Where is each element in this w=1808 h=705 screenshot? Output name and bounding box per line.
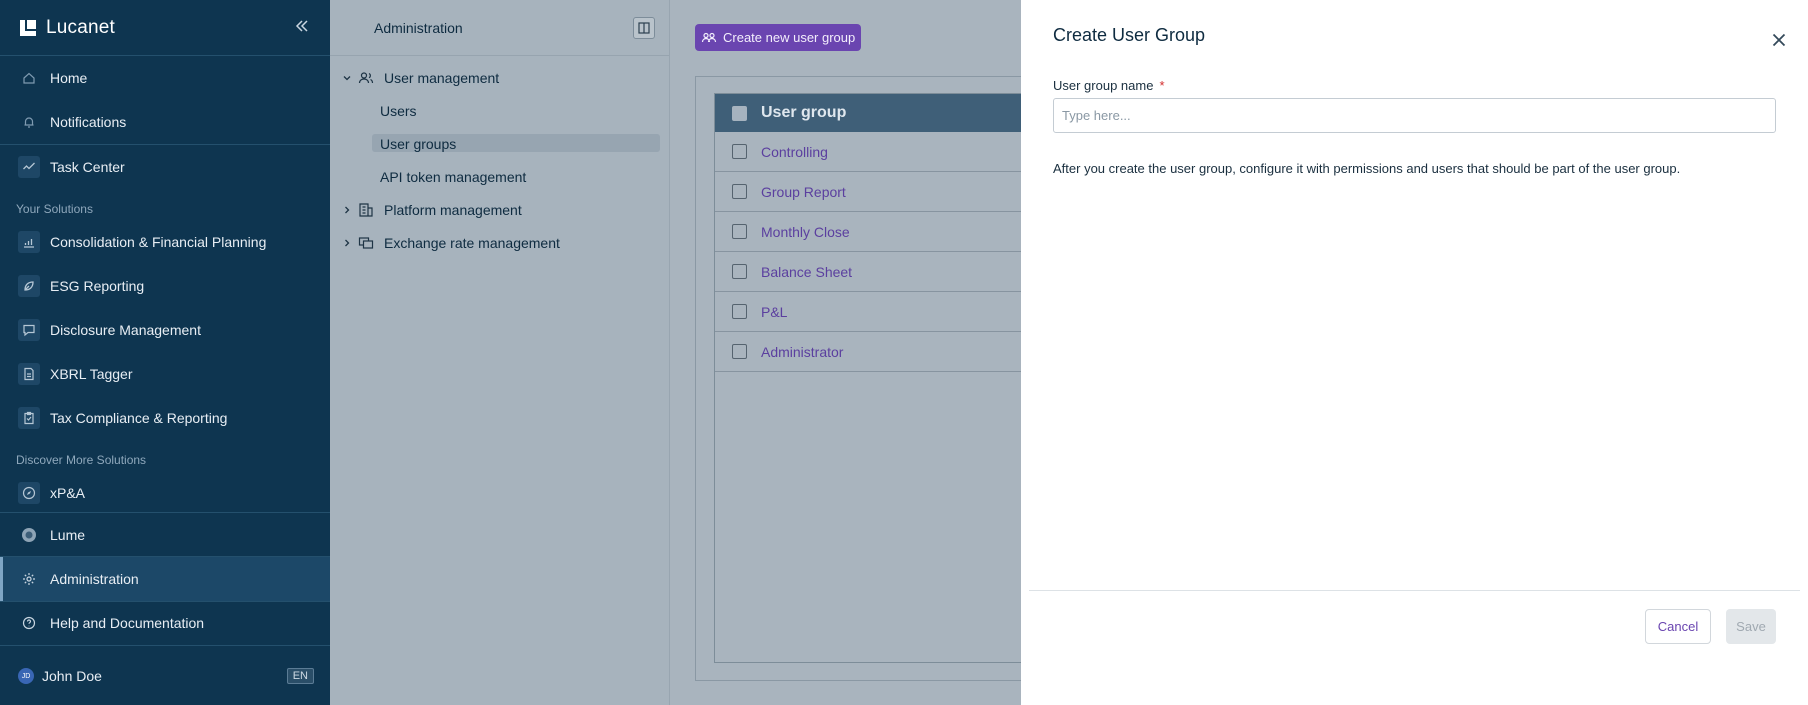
user-group-link[interactable]: Monthly Close [761, 224, 850, 240]
language-badge[interactable]: EN [286, 668, 314, 684]
sidebar-item-label: Disclosure Management [50, 322, 201, 338]
sidebar-item-label: Administration [50, 571, 139, 587]
tree-item-users[interactable]: Users [330, 98, 670, 124]
building-icon [359, 203, 373, 217]
divider [0, 645, 330, 646]
tree-item-label: User management [384, 70, 500, 86]
section-label-discover-more: Discover More Solutions [16, 453, 147, 467]
users-icon [358, 72, 374, 84]
tree-item-exchange-rate[interactable]: Exchange rate management [330, 230, 670, 256]
lucanet-logo-icon [20, 19, 36, 36]
add-users-icon [701, 32, 717, 42]
sidebar-item-label: Home [50, 70, 88, 86]
row-checkbox[interactable] [732, 344, 747, 359]
panel-toggle-button[interactable] [633, 17, 655, 39]
tree-item-label: API token management [380, 169, 527, 185]
bell-icon [18, 111, 40, 133]
sidebar-item-label: xP&A [50, 485, 86, 501]
chevron-down-icon [342, 73, 354, 83]
sidebar-item-lume[interactable]: Lume [0, 513, 330, 557]
tree-item-label: Platform management [384, 202, 522, 218]
sidebar-item-label: ESG Reporting [50, 278, 145, 294]
activity-icon [18, 156, 40, 178]
create-user-group-dialog: Create User Group User group name * After… [1021, 0, 1808, 705]
user-group-link[interactable]: P&L [761, 304, 787, 320]
sidebar-item-label: XBRL Tagger [50, 366, 133, 382]
helper-text: After you create the user group, configu… [1053, 161, 1681, 176]
row-checkbox[interactable] [732, 264, 747, 279]
row-checkbox[interactable] [732, 224, 747, 239]
column-header-user-group[interactable]: User group [761, 104, 846, 122]
sidebar-item-tax[interactable]: Tax Compliance & Reporting [0, 396, 330, 440]
row-checkbox[interactable] [732, 304, 747, 319]
user-group-name-input[interactable] [1053, 98, 1776, 133]
sidebar-item-consolidation[interactable]: Consolidation & Financial Planning [0, 220, 330, 264]
main-sidebar: Lucanet Home Notifications Task Center Y… [0, 0, 330, 705]
sidebar-item-help[interactable]: Help and Documentation [0, 601, 330, 645]
dialog-divider [1029, 590, 1800, 591]
sidebar-item-label: Notifications [50, 114, 127, 130]
sidebar-panel-icon [638, 22, 650, 34]
user-name: John Doe [42, 668, 102, 684]
user-group-name-label: User group name * [1053, 78, 1165, 93]
user-group-link[interactable]: Administrator [761, 344, 843, 360]
admin-panel-header: Administration [330, 0, 669, 56]
cancel-button[interactable]: Cancel [1645, 609, 1711, 644]
leaf-icon [18, 275, 40, 297]
home-icon [18, 67, 40, 89]
create-button-label: Create new user group [723, 30, 856, 45]
comment-icon [18, 319, 40, 341]
clipboard-icon [18, 407, 40, 429]
user-group-link[interactable]: Group Report [761, 184, 846, 200]
create-user-group-button[interactable]: Create new user group [695, 24, 862, 51]
sidebar-item-esg[interactable]: ESG Reporting [0, 264, 330, 308]
dialog-title: Create User Group [1053, 25, 1206, 45]
user-profile[interactable]: JD John Doe EN [0, 654, 330, 698]
sidebar-item-notifications[interactable]: Notifications [0, 100, 330, 144]
chevron-right-icon [342, 238, 354, 248]
select-all-checkbox[interactable] [732, 105, 747, 121]
compass-icon [18, 482, 40, 504]
collapse-sidebar-icon[interactable] [294, 18, 310, 34]
lume-icon [18, 524, 40, 546]
sidebar-item-administration[interactable]: Administration [0, 557, 330, 601]
section-label-your-solutions: Your Solutions [16, 202, 93, 216]
chevron-right-icon [342, 205, 354, 215]
document-tag-icon [18, 363, 40, 385]
admin-panel: Administration User management Users Use… [330, 0, 670, 705]
chart-growth-icon [18, 231, 40, 253]
sidebar-item-disclosure[interactable]: Disclosure Management [0, 308, 330, 352]
tree-item-user-groups[interactable]: User groups [330, 131, 670, 157]
tree-item-platform-management[interactable]: Platform management [330, 197, 670, 223]
user-group-link[interactable]: Controlling [761, 144, 828, 160]
sidebar-item-task-center[interactable]: Task Center [0, 145, 330, 189]
admin-panel-title: Administration [374, 20, 463, 36]
sidebar-item-label: Help and Documentation [50, 615, 205, 631]
sidebar-item-label: Lume [50, 527, 86, 543]
help-icon [18, 612, 40, 634]
sidebar-item-label: Consolidation & Financial Planning [50, 234, 267, 250]
tree-item-label: Users [380, 103, 417, 119]
tree-item-label: User groups [380, 136, 457, 152]
exchange-icon [358, 237, 374, 249]
sidebar-item-xpa[interactable]: xP&A [0, 471, 330, 515]
close-icon[interactable] [1771, 32, 1787, 48]
sidebar-item-label: Tax Compliance & Reporting [50, 410, 228, 426]
sidebar-item-home[interactable]: Home [0, 56, 330, 100]
row-checkbox[interactable] [732, 184, 747, 199]
field-label-text: User group name [1053, 78, 1154, 93]
save-button[interactable]: Save [1726, 609, 1776, 644]
brand-name: Lucanet [46, 16, 116, 38]
required-indicator: * [1159, 78, 1165, 93]
tree-item-user-management[interactable]: User management [330, 65, 670, 91]
row-checkbox[interactable] [732, 144, 747, 159]
tree-item-label: Exchange rate management [384, 235, 560, 251]
gear-icon [18, 568, 40, 590]
tree-item-api-tokens[interactable]: API token management [330, 164, 670, 190]
sidebar-item-xbrl[interactable]: XBRL Tagger [0, 352, 330, 396]
sidebar-item-label: Task Center [50, 159, 125, 175]
user-group-link[interactable]: Balance Sheet [761, 264, 852, 280]
avatar: JD [18, 668, 34, 684]
brand[interactable]: Lucanet [0, 0, 330, 56]
